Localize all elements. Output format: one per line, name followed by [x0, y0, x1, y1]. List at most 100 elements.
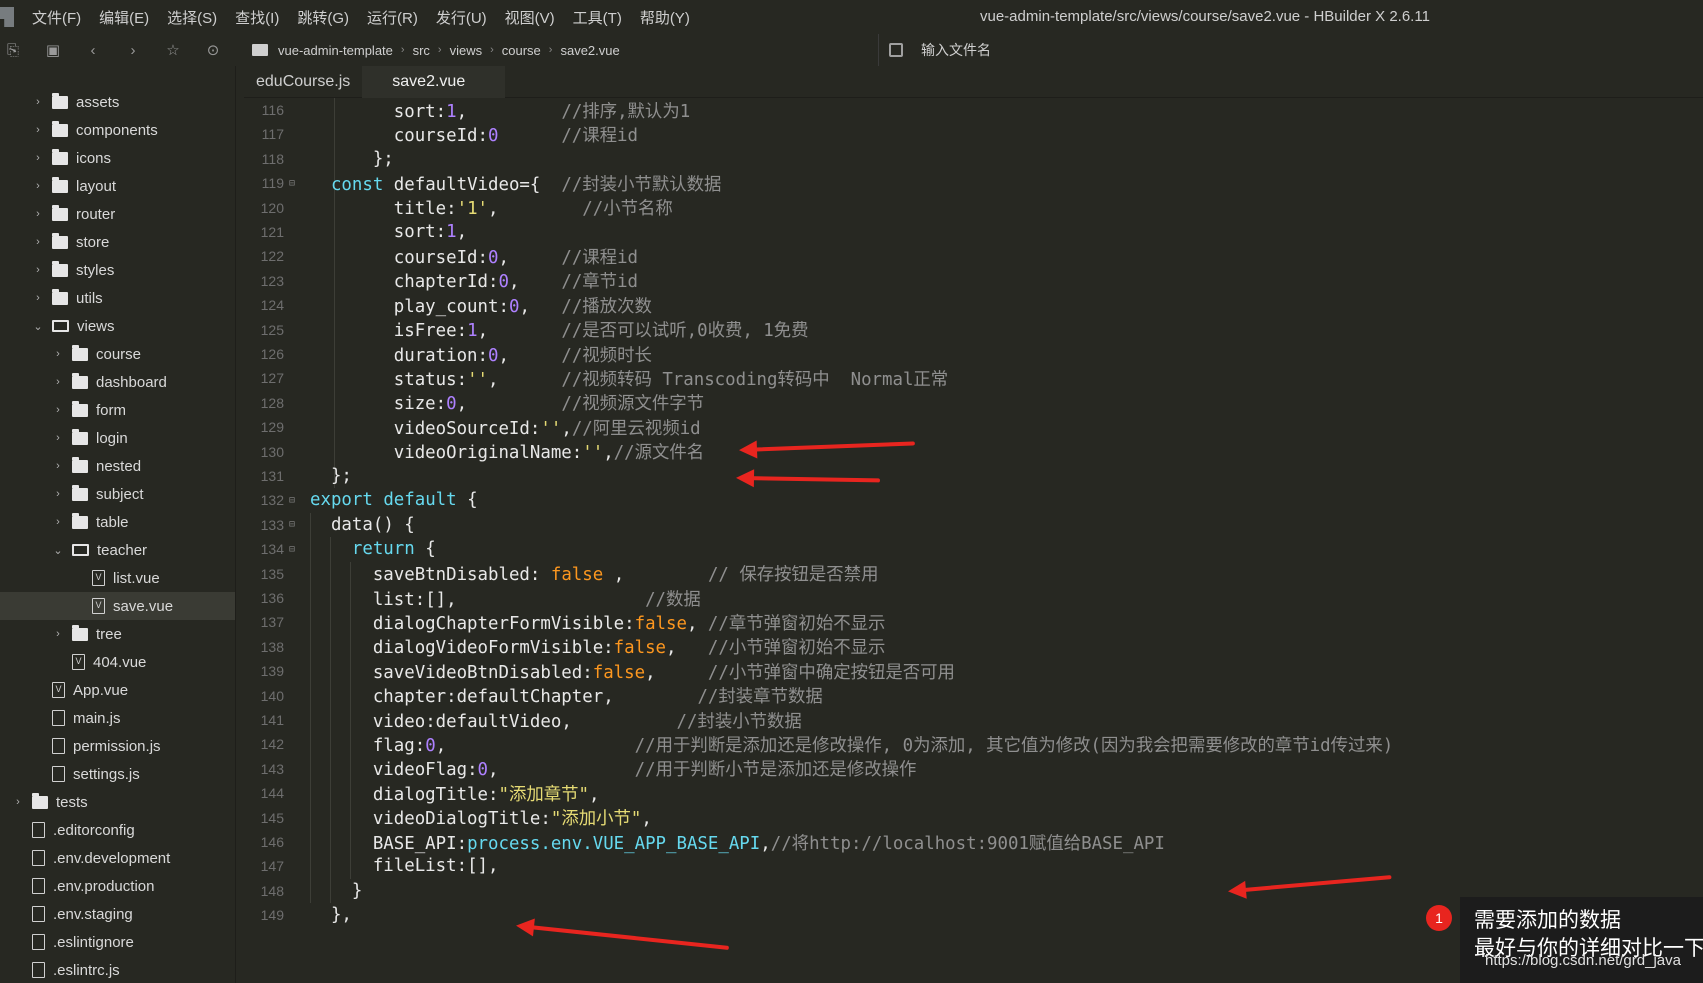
tree-item[interactable]: › store — [0, 228, 235, 256]
tree-item[interactable]: .eslintignore — [0, 928, 235, 956]
tree-item[interactable]: ⌄ views — [0, 312, 235, 340]
tree-item[interactable]: .eslintrc.js — [0, 956, 235, 983]
file-icon — [52, 710, 65, 726]
tree-item[interactable]: › tests — [0, 788, 235, 816]
tree-item[interactable]: › layout — [0, 172, 235, 200]
line-number: 142 — [260, 736, 284, 753]
breadcrumb-item[interactable]: course — [502, 43, 541, 58]
chevron-right-icon: › — [548, 44, 553, 56]
breadcrumb-item[interactable]: save2.vue — [560, 43, 619, 58]
tab-educourse-js[interactable]: eduCourse.js — [244, 66, 362, 98]
menu-help[interactable]: 帮助(Y) — [640, 7, 690, 28]
menu-tools[interactable]: 工具(T) — [573, 7, 622, 28]
folder-icon — [52, 176, 68, 193]
breadcrumb-item[interactable]: src — [413, 43, 430, 58]
menu-select[interactable]: 选择(S) — [167, 7, 217, 28]
tree-item-label: layout — [76, 177, 117, 195]
line-number: 116 — [261, 102, 284, 118]
code-text: videoDialogTitle:"添加小节", — [300, 805, 652, 830]
tree-item[interactable]: V App.vue — [0, 676, 235, 704]
code-token: : — [603, 638, 614, 659]
file-search-input[interactable] — [921, 42, 1161, 58]
menu-publish[interactable]: 发行(U) — [436, 7, 487, 28]
tree-item-label: main.js — [73, 709, 121, 727]
tree-item[interactable]: .env.staging — [0, 900, 235, 928]
code-token: 0 — [488, 247, 499, 268]
breadcrumb-item[interactable]: vue-admin-template — [278, 43, 393, 58]
code-token: "添加小节" — [550, 809, 642, 830]
line-number: 125 — [260, 321, 284, 338]
menu-view[interactable]: 视图(V) — [505, 7, 555, 28]
back-icon[interactable]: ‹ — [80, 39, 106, 61]
file-icon — [52, 738, 65, 754]
tree-item[interactable]: › utils — [0, 284, 235, 312]
code-line: 119 ⊟ const defaultVideo={ //封装小节默认数据 — [244, 170, 1703, 196]
save-icon[interactable]: ▣ — [40, 39, 66, 61]
run-icon[interactable]: ⊙ — [200, 39, 226, 61]
tree-item[interactable]: .env.development — [0, 844, 235, 872]
code-token: 0 — [498, 272, 509, 293]
line-number: 118 — [261, 150, 284, 167]
code-token: //播放次数 — [561, 296, 652, 317]
code-token: , — [456, 101, 468, 122]
code-text: chapterId:0, //章节id — [300, 268, 638, 293]
tree-item[interactable]: › router — [0, 200, 235, 228]
menu-file[interactable]: 文件(F) — [32, 7, 81, 28]
code-token: defaultVideo={ — [393, 174, 541, 195]
line-number: 135 — [260, 565, 284, 582]
forward-icon[interactable]: › — [120, 39, 146, 61]
code-token: data — [330, 514, 373, 535]
chevron-right-icon: › — [36, 208, 40, 220]
fold-toggle-icon[interactable]: ⊟ — [284, 519, 300, 530]
tree-item[interactable]: › components — [0, 116, 235, 144]
fold-toggle-icon[interactable]: ⊟ — [284, 544, 300, 555]
tab-save2-vue[interactable]: save2.vue — [362, 66, 506, 98]
tree-item[interactable]: ⌄ teacher — [0, 536, 235, 564]
tree-item[interactable]: › table — [0, 508, 235, 536]
tree-item[interactable]: Vlist.vue — [0, 564, 235, 592]
fold-toggle-icon[interactable]: ⊟ — [284, 178, 300, 189]
menu-goto[interactable]: 跳转(G) — [297, 7, 349, 28]
project-explorer: › assets › components › icons › layout › router › s… — [0, 66, 236, 983]
menu-find[interactable]: 查找(I) — [235, 7, 279, 28]
chevron-right-icon: › — [56, 460, 60, 472]
tree-item[interactable]: permission.js — [0, 732, 235, 760]
tree-item[interactable]: V 404.vue — [0, 648, 235, 676]
tree-item[interactable]: › subject — [0, 480, 235, 508]
tree-item-label: login — [96, 429, 128, 447]
bookmark-star-icon[interactable]: ☆ — [160, 39, 186, 61]
menu-edit[interactable]: 编辑(E) — [99, 7, 149, 28]
tree-item[interactable]: › icons — [0, 144, 235, 172]
tree-item[interactable]: › dashboard — [0, 368, 235, 396]
tree-item[interactable]: › styles — [0, 256, 235, 284]
tree-item[interactable]: settings.js — [0, 760, 235, 788]
breadcrumb-item[interactable]: views — [450, 43, 483, 58]
code-text: list:[], //数据 — [300, 586, 701, 611]
line-number: 139 — [260, 663, 284, 680]
tree-item[interactable]: › nested — [0, 452, 235, 480]
code-editor[interactable]: 116 sort:1, //排序,默认为1 117 courseId:0 //课程… — [244, 98, 1703, 983]
menu-run[interactable]: 运行(R) — [367, 7, 418, 28]
code-token: defaultChapter — [456, 687, 604, 708]
tree-item[interactable]: .env.production — [0, 872, 235, 900]
code-token: , — [477, 321, 489, 342]
tree-item[interactable]: .editorconfig — [0, 816, 235, 844]
tree-item[interactable]: Vsave.vue — [0, 592, 235, 620]
tree-item[interactable]: main.js — [0, 704, 235, 732]
tree-item[interactable]: › form — [0, 396, 235, 424]
tree-item[interactable]: › course — [0, 340, 235, 368]
tree-item[interactable]: › login — [0, 424, 235, 452]
tree-item[interactable]: › assets — [0, 88, 235, 116]
new-file-icon[interactable]: ⎘ — [0, 39, 26, 61]
code-text: saveVideoBtnDisabled:false, //小节弹窗中确定按钮是… — [300, 659, 955, 684]
tree-item[interactable]: › tree — [0, 620, 235, 648]
fold-toggle-icon[interactable]: ⊟ — [284, 495, 300, 506]
